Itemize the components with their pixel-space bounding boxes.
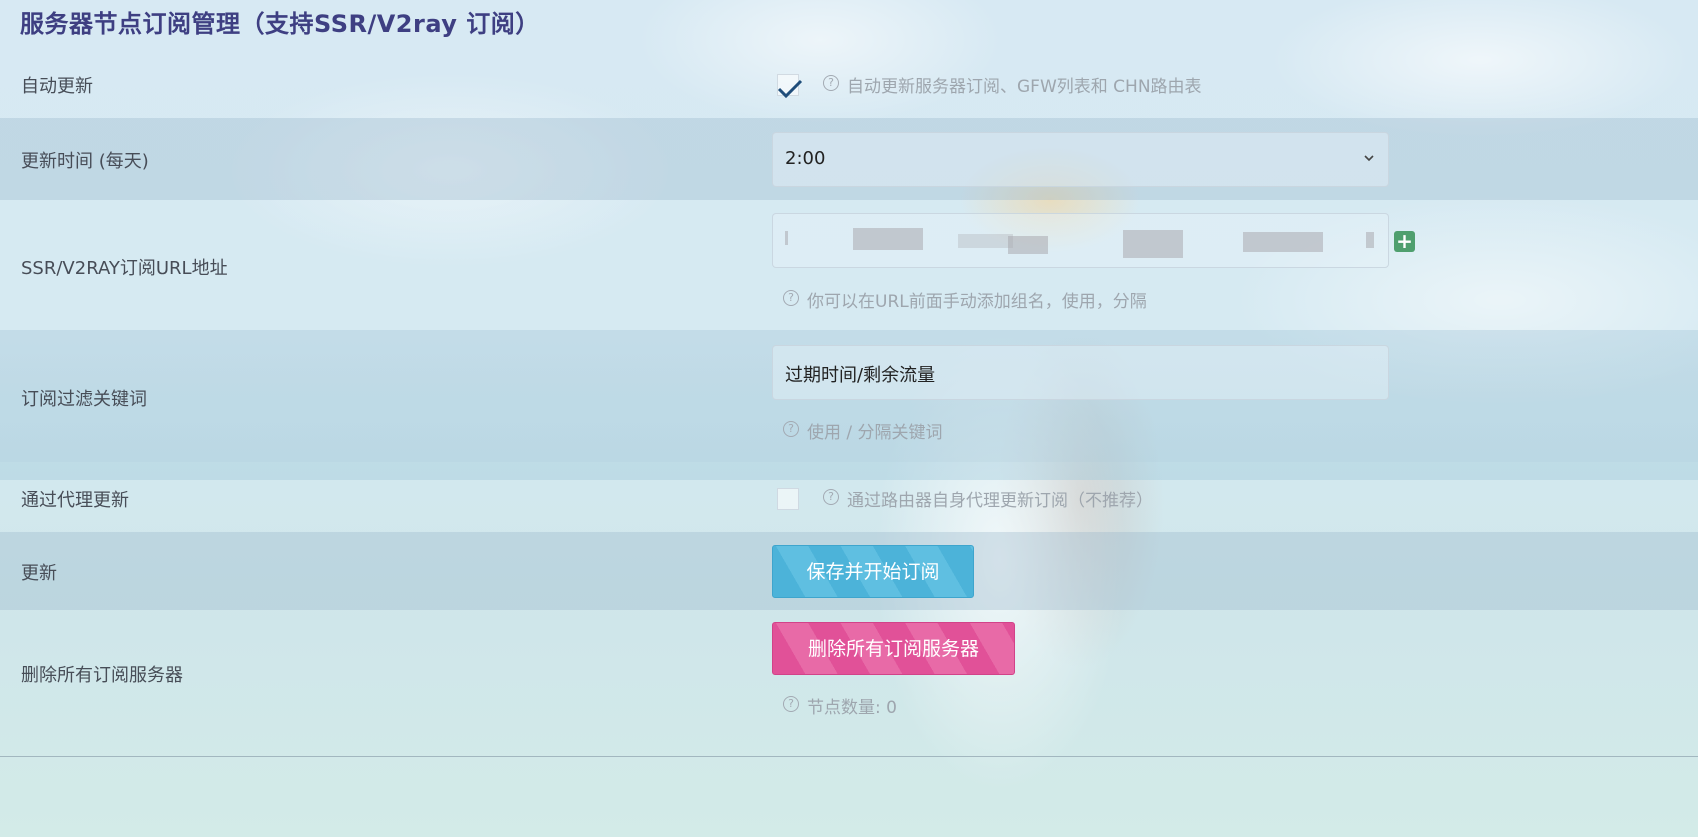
node-count-text: 节点数量: 0 <box>807 698 897 718</box>
subscribe-url-input[interactable] <box>772 213 1389 268</box>
proxy-update-label: 通过代理更新 <box>21 490 129 511</box>
proxy-update-help: 通过路由器自身代理更新订阅（不推荐） <box>847 491 1153 511</box>
delete-all-servers-button[interactable]: 删除所有订阅服务器 <box>772 622 1015 675</box>
row-proxy-update: 通过代理更新 ? 通过路由器自身代理更新订阅（不推荐） <box>0 462 1698 532</box>
filter-keywords-value: 过期时间/剩余流量 <box>785 365 936 386</box>
subscription-settings-panel: 服务器节点订阅管理（支持SSR/V2ray 订阅） 自动更新 ? 自动更新服务器… <box>0 0 1698 837</box>
filter-keywords-input[interactable]: 过期时间/剩余流量 <box>772 345 1389 400</box>
filter-keywords-label: 订阅过滤关键词 <box>21 389 147 410</box>
auto-update-checkbox[interactable] <box>777 74 803 99</box>
update-time-select[interactable]: 2:00 <box>772 132 1389 187</box>
redacted-text <box>785 231 788 245</box>
question-circle-icon: ? <box>783 696 799 712</box>
plus-square-icon: + <box>1396 229 1413 253</box>
redacted-text <box>958 234 1013 248</box>
page-title: 服务器节点订阅管理（支持SSR/V2ray 订阅） <box>20 10 540 38</box>
update-label: 更新 <box>21 563 57 584</box>
question-circle-icon: ? <box>823 489 839 505</box>
redacted-text <box>1243 232 1323 252</box>
auto-update-help: 自动更新服务器订阅、GFW列表和 CHN路由表 <box>847 77 1202 97</box>
subscribe-url-help: 你可以在URL前面手动添加组名，使用，分隔 <box>807 292 1147 312</box>
update-time-selected: 2:00 <box>785 148 826 169</box>
question-circle-icon: ? <box>783 421 799 437</box>
redacted-text <box>1008 236 1048 254</box>
section-divider <box>0 756 1698 757</box>
save-and-subscribe-button[interactable]: 保存并开始订阅 <box>772 545 974 598</box>
question-circle-icon: ? <box>783 290 799 306</box>
proxy-update-checkbox[interactable] <box>777 488 799 510</box>
add-url-button[interactable]: + <box>1394 231 1415 252</box>
auto-update-label: 自动更新 <box>21 76 93 97</box>
subscribe-url-label: SSR/V2RAY订阅URL地址 <box>21 258 228 279</box>
question-circle-icon: ? <box>823 75 839 91</box>
redacted-text <box>1123 230 1183 258</box>
update-time-label: 更新时间 (每天) <box>21 151 149 172</box>
checkmark-icon <box>777 79 803 99</box>
row-auto-update: 自动更新 ? 自动更新服务器订阅、GFW列表和 CHN路由表 <box>0 50 1698 118</box>
redacted-text <box>853 228 923 250</box>
chevron-down-icon <box>1364 155 1374 162</box>
filter-keywords-help: 使用 / 分隔关键词 <box>807 423 943 443</box>
redacted-text <box>1366 232 1374 248</box>
delete-all-label: 删除所有订阅服务器 <box>21 665 183 686</box>
